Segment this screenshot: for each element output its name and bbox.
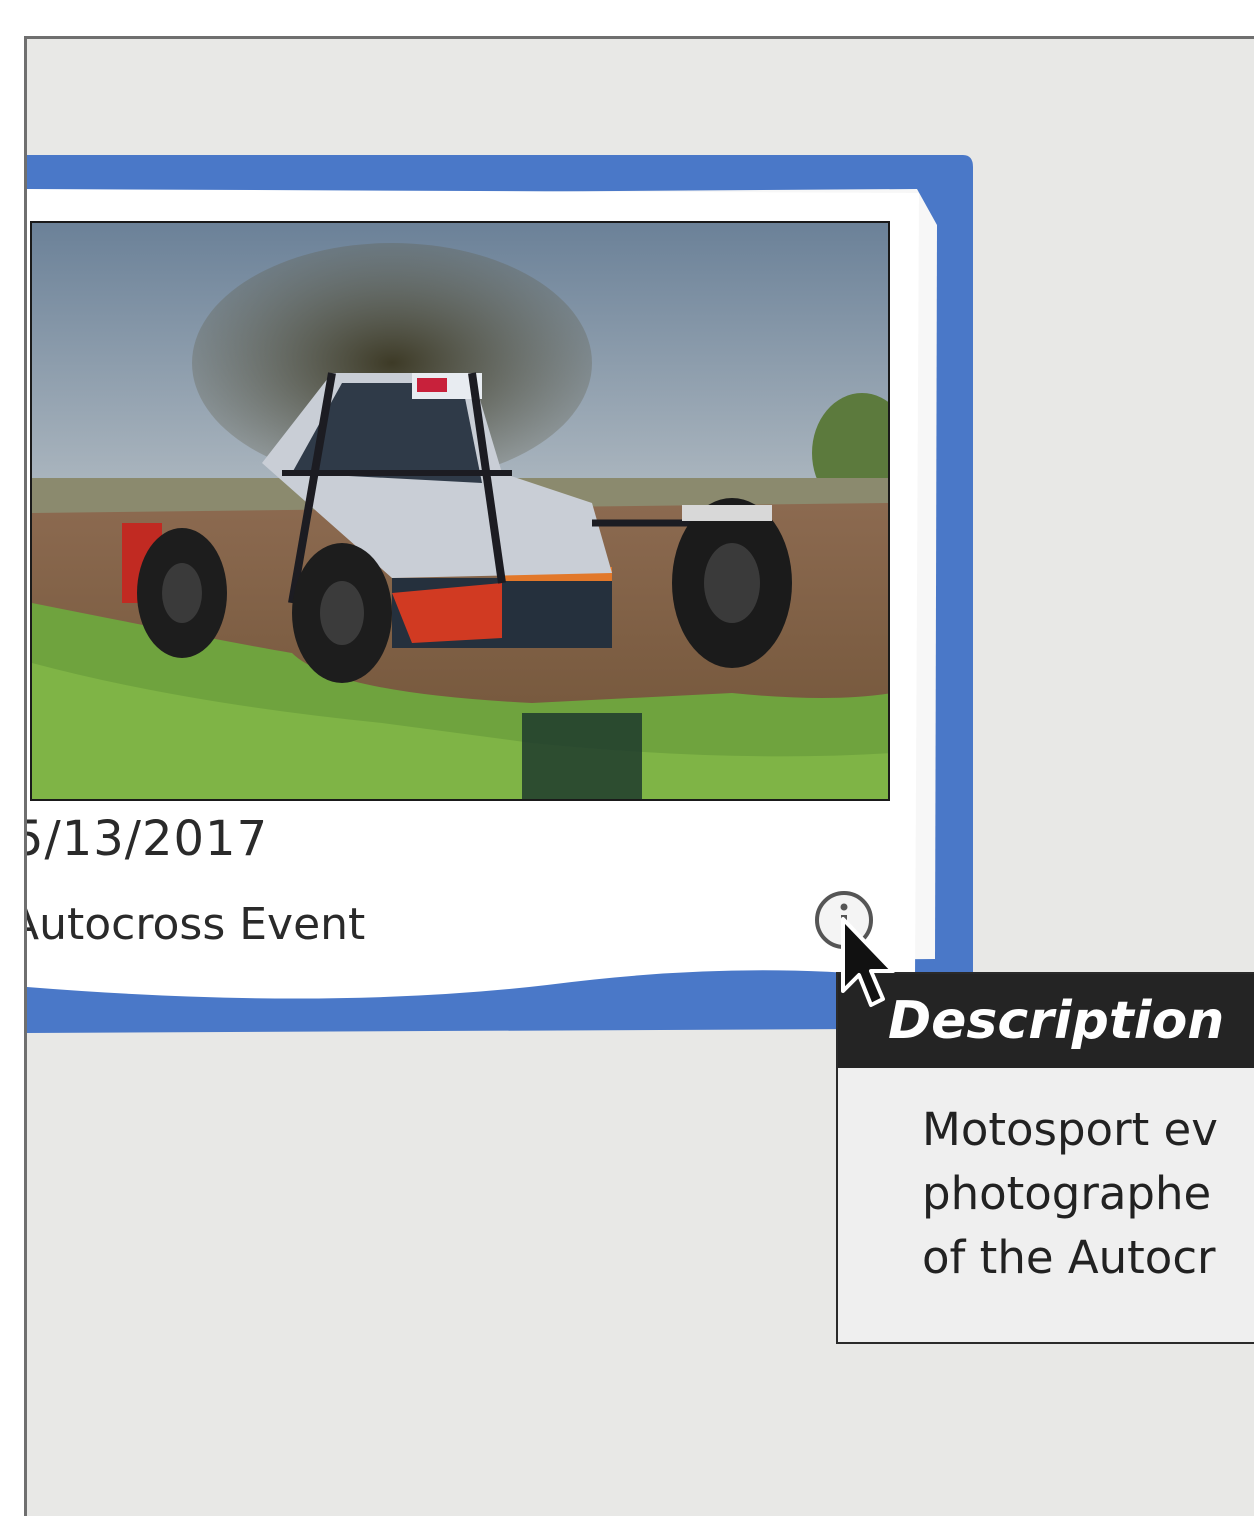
photo-title: Autocross Event xyxy=(24,899,366,950)
canvas-panel: 5/13/2017 Autocross Event Description Mo… xyxy=(24,36,1254,1516)
tooltip-header: Description xyxy=(838,974,1254,1068)
tooltip-line: photographe xyxy=(922,1167,1212,1220)
description-tooltip: Description Motosport ev photographe of … xyxy=(838,974,1254,1342)
event-photo[interactable] xyxy=(30,221,890,801)
autocross-photo xyxy=(32,223,888,799)
mouse-pointer-icon xyxy=(841,917,895,1007)
tooltip-line: of the Autocr xyxy=(922,1231,1216,1284)
tooltip-body: Motosport ev photographe of the Autocr xyxy=(838,1068,1254,1342)
tooltip-line: Motosport ev xyxy=(922,1103,1218,1156)
photo-date: 5/13/2017 xyxy=(24,811,269,867)
